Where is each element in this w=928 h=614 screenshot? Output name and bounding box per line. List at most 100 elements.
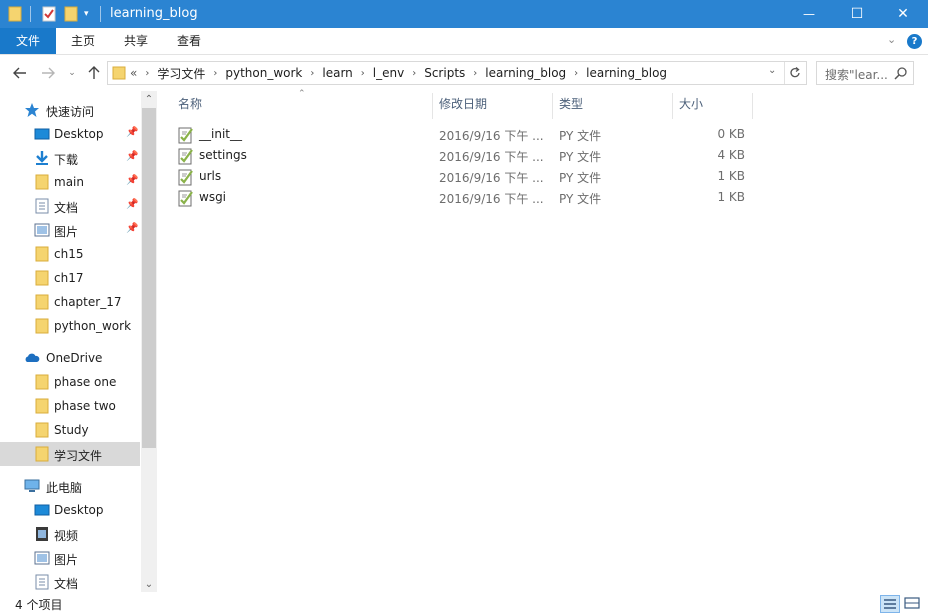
forward-button[interactable] [38,63,58,83]
nav-item-desktop[interactable]: Desktop 📌 [0,122,140,146]
file-name: settings [199,148,247,162]
ribbon-expand-icon[interactable]: ⌄ [887,33,896,46]
address-bar[interactable]: « › 学习文件 › python_work › learn › l_env ›… [107,61,807,85]
search-icon[interactable] [894,66,908,80]
file-row[interactable]: __init__ 2016/9/16 下午 ... PY 文件 0 KB [174,124,814,145]
breadcrumb-item[interactable]: learning_blog [586,66,667,80]
customize-toolbar-icon[interactable]: ▾ [84,5,89,23]
star-icon [25,103,39,117]
nav-item-pc-pictures[interactable]: 图片 [0,546,140,570]
breadcrumb-item[interactable]: Scripts [424,66,465,80]
nav-label: Study [54,423,89,437]
breadcrumb: « › 学习文件 › python_work › learn › l_env ›… [130,62,667,84]
title-bar: ▾ learning_blog — ☐ ✕ [0,0,928,28]
back-button[interactable] [10,63,30,83]
nav-label: OneDrive [46,351,103,365]
nav-item-study-files[interactable]: 学习文件 [0,442,140,466]
breadcrumb-overflow[interactable]: « [130,66,137,80]
folder-icon [35,294,49,310]
document-icon [35,198,49,214]
pin-icon[interactable]: 📌 [126,223,138,234]
large-icons-view-button[interactable] [903,595,923,613]
nav-item-python-work[interactable]: python_work [0,314,140,338]
pin-icon[interactable]: 📌 [126,199,138,210]
tab-file[interactable]: 文件 [0,28,56,54]
close-button[interactable]: ✕ [880,0,926,28]
column-header-type[interactable]: 类型 [559,91,583,118]
up-button[interactable] [84,63,104,83]
nav-item-pc-desktop[interactable]: Desktop [0,498,140,522]
pin-icon[interactable]: 📌 [126,127,138,138]
column-divider[interactable] [552,93,553,119]
picture-icon [34,551,50,565]
properties-icon[interactable] [42,5,56,23]
file-row[interactable]: settings 2016/9/16 下午 ... PY 文件 4 KB [174,145,814,166]
chevron-right-icon: › [145,67,150,79]
nav-onedrive[interactable]: OneDrive [0,346,140,370]
column-divider[interactable] [672,93,673,119]
scrollbar-thumb[interactable] [142,108,156,448]
nav-this-pc[interactable]: 此电脑 [0,474,140,498]
search-input[interactable]: 搜索"lear... [825,66,888,83]
nav-label: Desktop [54,127,104,141]
scroll-up-icon[interactable]: ⌃ [141,91,157,107]
file-row[interactable]: urls 2016/9/16 下午 ... PY 文件 1 KB [174,166,814,187]
up-arrow-icon [88,66,100,79]
nav-item-downloads[interactable]: 下载 📌 [0,146,140,170]
tab-home[interactable]: 主页 [58,28,108,54]
file-date: 2016/9/16 下午 ... [439,150,544,164]
nav-item-ch15[interactable]: ch15 [0,242,140,266]
refresh-icon[interactable] [788,66,802,80]
nav-item-study[interactable]: Study [0,418,140,442]
address-dropdown-icon[interactable]: ⌄ [768,65,776,76]
column-divider[interactable] [752,93,753,119]
nav-item-documents[interactable]: 文档 📌 [0,194,140,218]
file-type: PY 文件 [559,129,602,143]
recent-locations-button[interactable]: ⌄ [62,63,82,83]
nav-quick-access[interactable]: 快速访问 [0,98,140,122]
breadcrumb-item[interactable]: python_work [225,66,302,80]
desktop-icon [34,504,50,516]
cloud-icon [25,353,40,362]
nav-item-phase-one[interactable]: phase one [0,370,140,394]
nav-item-pc-documents[interactable]: 文档 [0,570,140,594]
nav-item-chapter-17[interactable]: chapter_17 [0,290,140,314]
column-divider[interactable] [432,93,433,119]
nav-item-pictures[interactable]: 图片 📌 [0,218,140,242]
tab-view[interactable]: 查看 [164,28,214,54]
search-box[interactable]: 搜索"lear... [816,61,914,85]
nav-label: 学习文件 [54,449,103,463]
column-header-name[interactable]: 名称 [178,91,202,118]
chevron-right-icon: › [360,67,365,79]
nav-label: 此电脑 [46,481,83,495]
details-view-button[interactable] [880,595,900,613]
nav-item-phase-two[interactable]: phase two [0,394,140,418]
file-list: 名称 ⌃ 修改日期 类型 大小 __init__ 2016/9/16 下午 ..… [162,89,928,592]
column-header-size[interactable]: 大小 [679,91,703,118]
download-icon [36,151,48,165]
minimize-button[interactable]: — [786,0,832,28]
python-file-icon [178,148,193,165]
scroll-down-icon[interactable]: ⌄ [141,576,157,592]
breadcrumb-item[interactable]: learning_blog [485,66,566,80]
breadcrumb-item[interactable]: 学习文件 [157,65,205,82]
nav-item-main[interactable]: main 📌 [0,170,140,194]
file-row[interactable]: wsgi 2016/9/16 下午 ... PY 文件 1 KB [174,187,814,208]
pin-icon[interactable]: 📌 [126,175,138,186]
help-icon[interactable]: ? [907,34,922,49]
nav-item-ch17[interactable]: ch17 [0,266,140,290]
new-folder-icon[interactable] [64,5,78,23]
window-title: learning_blog [110,6,198,21]
maximize-button[interactable]: ☐ [834,0,880,28]
nav-label: 文档 [54,577,79,591]
breadcrumb-item[interactable]: l_env [373,66,404,80]
column-header-date[interactable]: 修改日期 [439,91,487,118]
tab-share[interactable]: 共享 [111,28,161,54]
nav-scrollbar[interactable]: ⌃ ⌄ [141,91,157,592]
breadcrumb-item[interactable]: learn [322,66,352,80]
nav-label: 文档 [54,201,79,215]
nav-item-videos[interactable]: 视频 [0,522,140,546]
pin-icon[interactable]: 📌 [126,151,138,162]
computer-icon [24,479,40,492]
ribbon: 文件 主页 共享 查看 ⌄ ? [0,28,928,55]
